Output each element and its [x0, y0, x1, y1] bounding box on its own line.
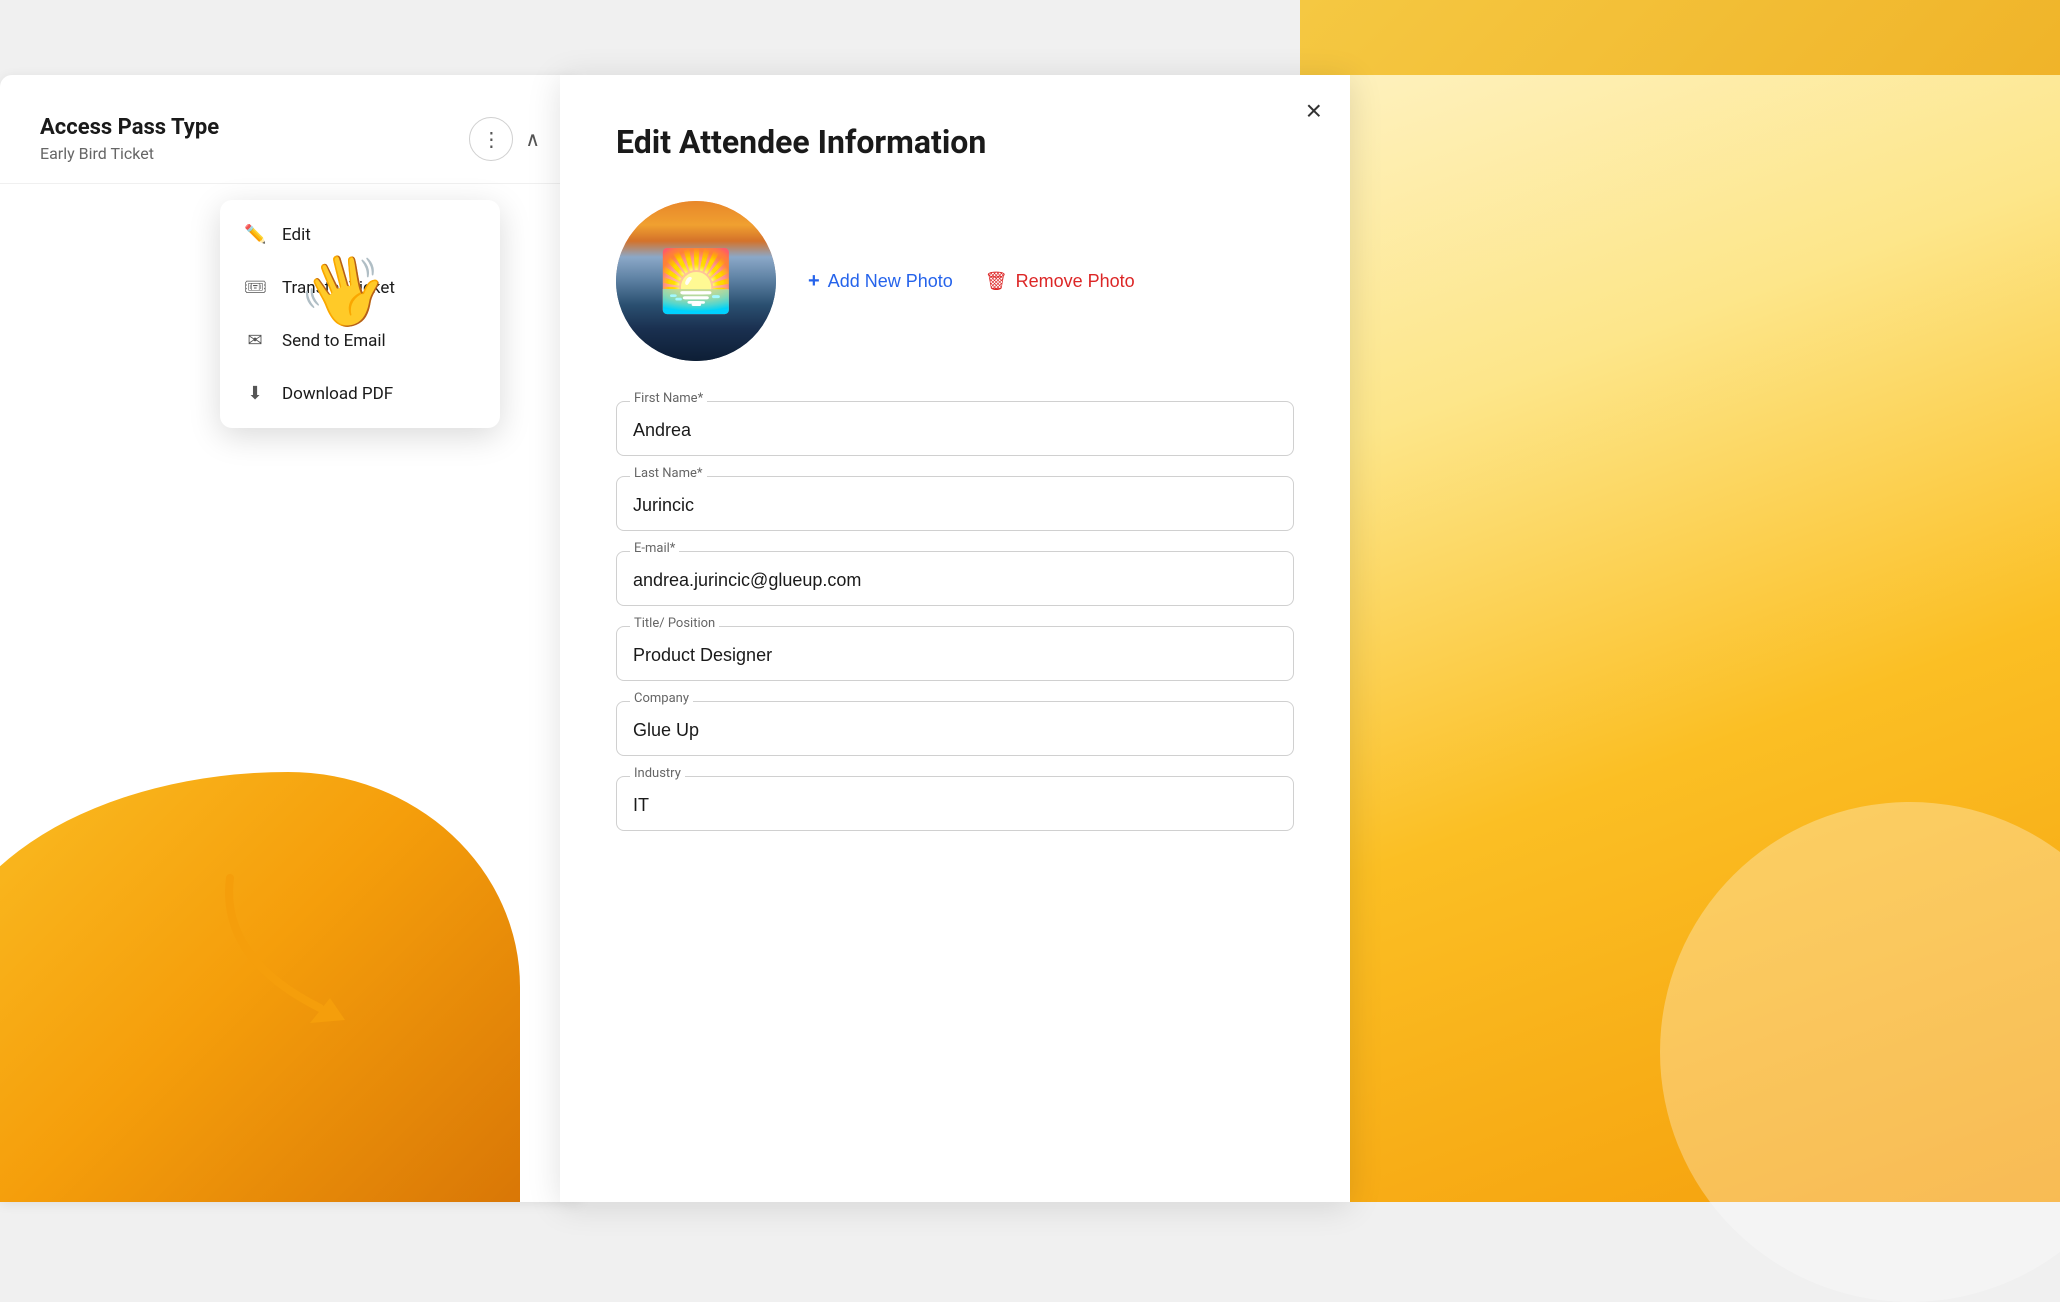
top-yellow-band [1300, 0, 2060, 75]
left-panel-header: Access Pass Type Early Bird Ticket ⋮ ∧ [0, 75, 580, 184]
last-name-input[interactable] [616, 476, 1294, 531]
orange-arrow-decoration [200, 858, 400, 1042]
plus-icon: + [808, 270, 820, 293]
first-name-label: First Name* [630, 391, 707, 406]
first-name-input[interactable] [616, 401, 1294, 456]
add-photo-label: Add New Photo [828, 271, 953, 292]
photo-actions: + Add New Photo 🗑 Remove Photo [808, 270, 1135, 293]
first-name-field: First Name* [616, 401, 1294, 456]
ticket-icon: 🎟 [244, 277, 266, 298]
avatar-image [616, 201, 776, 361]
company-input[interactable] [616, 701, 1294, 756]
edit-attendee-modal: × Edit Attendee Information + Add New Ph… [560, 75, 1350, 1202]
last-name-label: Last Name* [630, 466, 707, 481]
access-pass-info: Access Pass Type Early Bird Ticket [40, 115, 219, 163]
company-label: Company [630, 691, 693, 706]
title-field: Title/ Position [616, 626, 1294, 681]
access-pass-type-label: Access Pass Type [40, 115, 219, 140]
title-label: Title/ Position [630, 616, 719, 631]
download-pdf-label: Download PDF [282, 384, 393, 404]
edit-label: Edit [282, 225, 311, 245]
email-label: E-mail* [630, 541, 679, 556]
photo-section: + Add New Photo 🗑 Remove Photo [616, 201, 1294, 361]
industry-field: Industry [616, 776, 1294, 831]
last-name-field: Last Name* [616, 476, 1294, 531]
ticket-name: Early Bird Ticket [40, 144, 219, 163]
pencil-icon: ✏️ [244, 224, 266, 245]
email-field: E-mail* [616, 551, 1294, 606]
dropdown-item-download-pdf[interactable]: ⬇ Download PDF [220, 367, 500, 420]
company-field: Company [616, 701, 1294, 756]
more-options-button[interactable]: ⋮ [469, 117, 513, 161]
download-icon: ⬇ [244, 383, 266, 404]
industry-label: Industry [630, 766, 685, 781]
email-input[interactable] [616, 551, 1294, 606]
modal-content: Edit Attendee Information + Add New Phot… [560, 75, 1350, 899]
remove-photo-button[interactable]: 🗑 Remove Photo [985, 271, 1135, 292]
add-photo-button[interactable]: + Add New Photo [808, 270, 953, 293]
header-controls: ⋮ ∧ [469, 117, 540, 161]
email-icon: ✉ [244, 330, 266, 351]
modal-title: Edit Attendee Information [616, 123, 1294, 161]
right-decorative-background [1350, 0, 2060, 1202]
industry-input[interactable] [616, 776, 1294, 831]
title-input[interactable] [616, 626, 1294, 681]
trash-icon: 🗑 [985, 271, 1008, 292]
chevron-up-icon[interactable]: ∧ [525, 127, 540, 151]
avatar [616, 201, 776, 361]
remove-photo-label: Remove Photo [1016, 271, 1135, 292]
close-button[interactable]: × [1306, 95, 1322, 127]
